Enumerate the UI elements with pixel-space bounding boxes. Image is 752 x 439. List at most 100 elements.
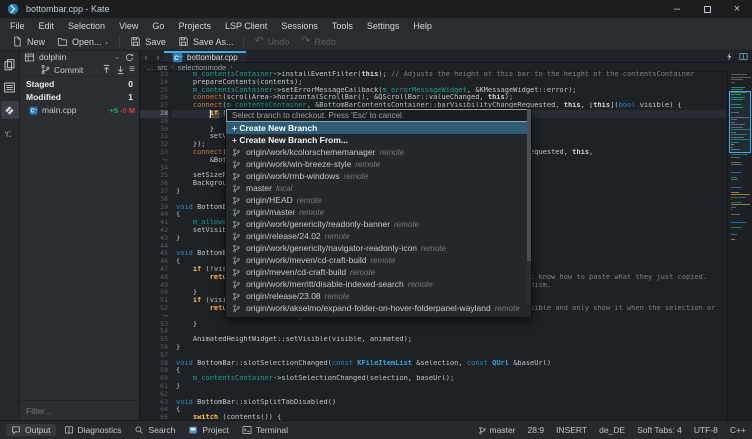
close-button[interactable]: × — [722, 0, 752, 18]
tab-bottombar-cpp[interactable]: C++ bottombar.cpp — [164, 51, 246, 62]
syntax-mode[interactable]: C++ — [730, 425, 746, 435]
git-pull-icon[interactable] — [115, 64, 126, 75]
code-line[interactable]: 61} — [140, 383, 752, 391]
panel-button-terminal[interactable]: Terminal — [237, 424, 293, 436]
branch-indicator[interactable]: master — [478, 425, 516, 435]
lines-added: +5 — [110, 106, 119, 115]
minimap-line — [731, 204, 750, 205]
input-mode[interactable]: INSERT — [556, 425, 587, 435]
panel-button-project[interactable]: Project — [183, 424, 233, 436]
menu-settings[interactable]: Settings — [360, 21, 407, 31]
code-line[interactable]: 26 connect(scrollArea->horizontalScrollB… — [140, 94, 752, 102]
refresh-icon[interactable] — [124, 52, 135, 63]
branch-item[interactable]: origin/HEADremote — [226, 194, 531, 206]
code-line[interactable]: 23 m_contentsContainer->installEventFilt… — [140, 71, 752, 79]
open-button[interactable]: Open... ⌄ — [51, 34, 115, 50]
dictionary[interactable]: de_DE — [599, 425, 625, 435]
branch-item[interactable]: origin/release/24.02remote — [226, 230, 531, 242]
code-line[interactable]: 57 — [140, 352, 752, 360]
menu-go[interactable]: Go — [145, 21, 171, 31]
panel-button-output[interactable]: Output — [6, 424, 56, 436]
menu-help[interactable]: Help — [406, 21, 439, 31]
code-line[interactable]: 56} — [140, 344, 752, 352]
file-list-icon — [3, 81, 16, 94]
branch-item[interactable]: origin/work/meven/cd-craft-buildremote — [226, 254, 531, 266]
code-line[interactable]: 25 m_contentsContainer->setErrorMessageC… — [140, 87, 752, 95]
filter-input[interactable] — [20, 406, 139, 416]
minimap-line — [731, 162, 741, 163]
undo-button-label: Undo — [268, 37, 290, 47]
branch-item[interactable]: origin/work/genericity/readonly-bannerre… — [226, 218, 531, 230]
modified-count: 1 — [128, 92, 133, 102]
panel-button-diagnostics[interactable]: Diagnostics — [59, 424, 127, 436]
branch-item[interactable]: + Create New Branch — [226, 122, 531, 134]
branch-item[interactable] — [226, 314, 531, 317]
menu-lsp-client[interactable]: LSP Client — [218, 21, 274, 31]
sidebar-tool-file-tree[interactable] — [1, 78, 19, 96]
new-button[interactable]: New — [6, 34, 51, 50]
maximize-button[interactable] — [692, 0, 722, 18]
branch-item[interactable]: origin/work/win-breeze-styleremote — [226, 158, 531, 170]
undo-button[interactable]: ↶ Undo — [248, 34, 295, 50]
split-view-icon[interactable] — [739, 52, 748, 61]
code-line[interactable]: 60 m_contentsContainer->slotSelectionCha… — [140, 375, 752, 383]
menu-sessions[interactable]: Sessions — [274, 21, 325, 31]
panel-button-search[interactable]: Search — [129, 424, 180, 436]
branch-item[interactable]: origin/masterremote — [226, 206, 531, 218]
sidebar-tool-documents[interactable] — [1, 55, 19, 73]
popup-scrollbar-thumb[interactable] — [527, 109, 531, 261]
document-switch-icon[interactable] — [725, 52, 734, 61]
branch-item[interactable]: origin/release/23.08remote — [226, 290, 531, 302]
branch-item[interactable]: origin/work/genericity/navigator-readonl… — [226, 242, 531, 254]
branch-item[interactable]: origin/work/kcolorschememanagerremote — [226, 146, 531, 158]
branch-list: + Create New Branch+ Create New Branch F… — [226, 122, 531, 317]
git-menu-icon[interactable]: ≡ — [129, 65, 135, 75]
branch-item[interactable]: masterlocal — [226, 182, 531, 194]
branch-item[interactable]: origin/work/rmb-windowsremote — [226, 170, 531, 182]
minimap-viewport[interactable] — [729, 91, 751, 153]
encoding[interactable]: UTF-8 — [694, 425, 718, 435]
branch-prompt-input[interactable]: Select branch to checkout. Press 'Esc' t… — [226, 109, 531, 122]
sidebar-tool-symbols[interactable]: 'C — [1, 124, 19, 142]
git-push-icon[interactable] — [101, 64, 112, 75]
code-text: { — [176, 406, 726, 414]
minimap-scrollbar[interactable] — [727, 71, 752, 420]
code-line[interactable]: 54 — [140, 328, 752, 336]
tab-settings[interactable]: Soft Tabs: 4 — [637, 425, 682, 435]
branch-item[interactable]: + Create New Branch From... — [226, 134, 531, 146]
save-as-button[interactable]: Save As... — [172, 34, 240, 50]
save-button[interactable]: Save — [124, 34, 172, 50]
menu-view[interactable]: View — [112, 21, 145, 31]
menubar: FileEditSelectionViewGoProjectsLSP Clien… — [0, 18, 752, 33]
sidebar-tool-git[interactable] — [1, 101, 19, 119]
code-line[interactable]: 53 } — [140, 321, 752, 329]
minimap-line — [731, 89, 743, 90]
code-line[interactable]: 64{ — [140, 406, 752, 414]
menu-selection[interactable]: Selection — [61, 21, 112, 31]
project-selector[interactable]: dolphin ⌄ — [20, 51, 139, 63]
commit-button[interactable]: Commit — [54, 65, 83, 75]
code-line[interactable]: 55 AnimatedHeightWidget::setVisible(visi… — [140, 336, 752, 344]
code-line[interactable]: 24 prepareContents(contents); — [140, 79, 752, 87]
menu-edit[interactable]: Edit — [32, 21, 62, 31]
branch-item[interactable]: origin/work/merritt/disable-indexed-sear… — [226, 278, 531, 290]
code-line[interactable]: 63void BottomBar::slotSplitTabDisabled() — [140, 399, 752, 407]
menu-tools[interactable]: Tools — [325, 21, 360, 31]
code-line[interactable]: 59{ — [140, 367, 752, 375]
cursor-position[interactable]: 28:9 — [528, 425, 545, 435]
branch-item[interactable]: origin/work/akselmo/expand-folder-on-hov… — [226, 302, 531, 314]
modified-file-row[interactable]: C++main.cpp+5-0M — [20, 103, 139, 117]
code-line[interactable]: 62 — [140, 391, 752, 399]
forward-icon[interactable]: › — [152, 51, 164, 62]
redo-button[interactable]: ↷ Redo — [295, 34, 342, 50]
branch-scope-tag: remote — [408, 280, 433, 289]
menu-projects[interactable]: Projects — [171, 21, 218, 31]
branch-item[interactable]: origin/meven/cd-craft-buildremote — [226, 266, 531, 278]
minimize-button[interactable]: – — [662, 0, 692, 18]
modified-files-list: C++main.cpp+5-0M — [20, 103, 139, 117]
code-line[interactable]: 58void BottomBar::slotSelectionChanged(c… — [140, 360, 752, 368]
minimap-line — [731, 209, 732, 210]
back-icon[interactable]: ‹ — [140, 51, 152, 62]
popup-scrollbar[interactable] — [527, 109, 531, 304]
menu-file[interactable]: File — [3, 21, 32, 31]
